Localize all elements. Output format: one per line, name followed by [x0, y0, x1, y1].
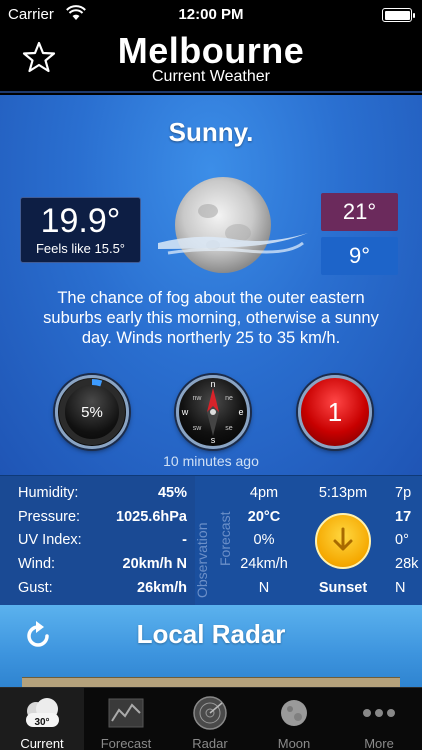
last-updated: 10 minutes ago — [163, 453, 259, 469]
cloud-icon: 30° — [26, 698, 59, 728]
fc-rain-2: 0° — [395, 532, 409, 548]
gust-value: 26km/h — [137, 580, 187, 596]
fc-rain: 0% — [253, 532, 275, 548]
radar-title: Local Radar — [136, 619, 286, 649]
forecast-column-4pm: 4pm 20°C 0% 24km/h N — [230, 476, 298, 606]
compass-n: n — [210, 379, 215, 389]
max-temperature: 21° — [321, 193, 398, 231]
fc-temp-2: 17 — [395, 509, 412, 525]
current-weather-panel: Sunny. 19.9° Feels like 15.5° 21° 9° The… — [0, 95, 422, 475]
compass-ne: ne — [225, 395, 233, 402]
tab-forecast-label: Forecast — [100, 736, 152, 750]
wind-compass[interactable]: n s w e nw ne se sw — [176, 375, 250, 449]
tab-radar-label: Radar — [192, 736, 228, 750]
humidity-label: Humidity: — [18, 485, 79, 501]
wind-label: Wind: — [18, 556, 56, 572]
fc-wind-2: 28k — [395, 556, 419, 572]
compass-se: se — [225, 425, 233, 432]
fc-dir-2: N — [395, 580, 406, 596]
fc-time: 4pm — [249, 485, 279, 501]
current-tab-badge: 30° — [34, 717, 49, 728]
tab-forecast[interactable]: Forecast — [84, 688, 168, 750]
feels-like-temperature: Feels like 15.5° — [35, 241, 126, 256]
current-temperature: 19.9° — [40, 202, 121, 240]
compass-nw: nw — [193, 395, 203, 402]
more-icon — [363, 709, 395, 717]
compass-sw: sw — [193, 425, 203, 432]
uv-value: - — [182, 532, 187, 548]
rain-chance-value: 5% — [81, 404, 103, 421]
local-radar-section[interactable]: Local Radar — [0, 605, 422, 687]
tab-bar: 30° Current Forecast Radar Moon More — [0, 687, 422, 750]
current-temperature-box: 19.9° Feels like 15.5° — [20, 197, 141, 263]
observation-section: Humidity: 45% Pressure: 1025.6hPa UV Ind… — [0, 476, 195, 606]
moon-icon — [281, 700, 307, 726]
warnings-badge[interactable]: 1 — [298, 375, 372, 449]
sunset-icon — [315, 513, 371, 569]
pressure-value: 1025.6hPa — [116, 509, 187, 525]
fc-temp: 20°C — [247, 509, 281, 525]
fc-time-2: 7p — [395, 485, 412, 501]
compass-e: e — [238, 407, 243, 417]
sunset-time: 5:13pm — [318, 485, 368, 501]
forecast-description: The chance of fog about the outer easter… — [43, 289, 379, 347]
fc-dir: N — [258, 580, 270, 596]
radar-icon — [193, 696, 227, 730]
tab-radar[interactable]: Radar — [168, 688, 252, 750]
location-subtitle: Current Weather — [152, 68, 270, 85]
compass-s: s — [211, 435, 216, 445]
radar-map-preview[interactable] — [22, 677, 400, 687]
tab-current[interactable]: 30° Current — [0, 688, 84, 750]
sunset-label: Sunset — [318, 580, 368, 596]
min-temperature: 9° — [321, 237, 398, 275]
observation-side-label: Observation — [194, 522, 210, 598]
forecast-column-7pm: 7p 17 0° 28k N — [395, 476, 422, 606]
navigation-header: Melbourne Current Weather — [0, 30, 422, 93]
uv-label: UV Index: — [18, 532, 82, 548]
chart-icon — [108, 698, 144, 728]
humidity-value: 45% — [157, 485, 187, 501]
tab-more[interactable]: More — [336, 688, 422, 750]
gust-label: Gust: — [18, 580, 53, 596]
status-time: 12:00 PM — [178, 6, 244, 23]
rain-chance-arc — [91, 379, 103, 387]
moon-weather-icon — [158, 177, 308, 273]
tab-current-label: Current — [20, 736, 64, 750]
battery-icon — [382, 8, 415, 22]
tab-moon[interactable]: Moon — [252, 688, 336, 750]
compass-dial: n s w e nw ne se sw — [181, 379, 244, 445]
details-panel[interactable]: Humidity: 45% Pressure: 1025.6hPa UV Ind… — [0, 475, 422, 606]
compass-w: w — [181, 407, 189, 417]
status-bar: Carrier 12:00 PM — [0, 0, 422, 30]
tab-more-label: More — [364, 736, 394, 750]
warnings-count: 1 — [327, 397, 343, 427]
condition-text: Sunny. — [168, 117, 254, 147]
tab-moon-label: Moon — [277, 736, 311, 750]
rain-chance-gauge[interactable]: 5% — [55, 375, 129, 449]
fc-wind: 24km/h — [240, 556, 288, 572]
location-title: Melbourne — [117, 30, 305, 71]
wind-value: 20km/h N — [122, 556, 187, 572]
pressure-label: Pressure: — [18, 509, 81, 525]
